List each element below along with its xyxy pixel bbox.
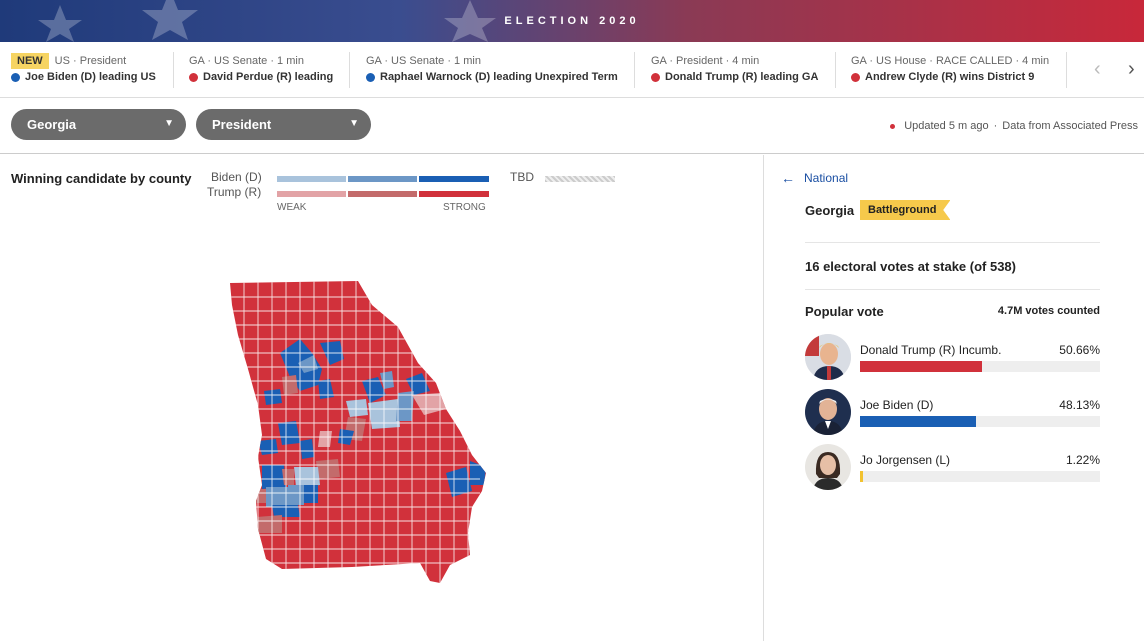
avatar bbox=[805, 334, 851, 380]
trump-medium-county bbox=[256, 515, 282, 533]
popular-vote-title: Popular vote bbox=[805, 304, 884, 319]
update-status: Updated 5 m ago · Data from Associated P… bbox=[890, 120, 1138, 132]
live-dot-icon bbox=[890, 123, 896, 129]
divider bbox=[805, 242, 1100, 243]
vote-share-bar bbox=[860, 471, 1100, 482]
candidate-name: Donald Trump (R) Incumb. bbox=[860, 343, 1001, 357]
county-map-section: Winning candidate by county Biden (D) Tr… bbox=[0, 155, 764, 641]
biden-weak-county bbox=[294, 467, 320, 487]
party-dot-icon bbox=[366, 72, 375, 82]
ticker-meta: GA · US Senate · 1 min bbox=[366, 54, 481, 67]
vote-share-bar bbox=[860, 361, 1100, 372]
ticker-headline: Andrew Clyde (R) wins District 9 bbox=[865, 71, 1035, 83]
candidate-party: (D) bbox=[916, 398, 934, 412]
avatar bbox=[805, 444, 851, 490]
candidate-party: (L) bbox=[935, 453, 951, 467]
ticker-meta: GA · President · 4 min bbox=[651, 54, 760, 67]
caret-down-icon: ▼ bbox=[164, 118, 174, 129]
vote-share-bar bbox=[860, 416, 1100, 427]
race-select-value: President bbox=[212, 117, 272, 132]
chevron-right-icon[interactable]: › bbox=[1128, 58, 1135, 81]
race-select[interactable]: President ▼ bbox=[196, 109, 371, 140]
ticker-meta: GA · US House · RACE CALLED · 4 min bbox=[851, 54, 1050, 67]
candidate-name: Jo Jorgensen (L) bbox=[860, 453, 950, 467]
divider bbox=[349, 52, 350, 88]
biden-medium-county bbox=[396, 391, 414, 421]
vote-share-fill bbox=[860, 361, 982, 372]
filter-bar: Georgia ▼ President ▼ Updated 5 m ago · … bbox=[0, 98, 1144, 154]
ticker-headline: David Perdue (R) leading bbox=[203, 71, 334, 83]
trump-medium-county bbox=[256, 489, 266, 503]
candidate-percent: 48.13% bbox=[1059, 398, 1100, 412]
ticker-item[interactable]: NEW US · President Joe Biden (D) leading … bbox=[11, 52, 156, 87]
trump-medium-county bbox=[282, 375, 298, 395]
divider bbox=[1066, 52, 1067, 88]
candidate-percent: 1.22% bbox=[1065, 453, 1100, 467]
incumbent-note: Incumb. bbox=[958, 343, 1002, 357]
banner-title: ELECTION 2020 bbox=[504, 15, 640, 27]
ticker-headline: Raphael Warnock (D) leading Unexpired Te… bbox=[380, 71, 618, 83]
state-select-value: Georgia bbox=[27, 117, 77, 132]
ticker-headline: Donald Trump (R) leading GA bbox=[665, 71, 819, 83]
ticker-meta: GA · US Senate · 1 min bbox=[189, 54, 304, 67]
biden-strong-county bbox=[304, 485, 318, 503]
news-ticker: NEW US · President Joe Biden (D) leading … bbox=[0, 42, 1144, 98]
candidate-row-biden[interactable]: Joe Biden (D) 48.13% bbox=[805, 389, 1100, 435]
divider bbox=[835, 52, 836, 88]
trump-medium-county bbox=[282, 469, 294, 485]
back-label: National bbox=[804, 171, 849, 185]
updated-text: Updated 5 m ago bbox=[904, 120, 989, 132]
ticker-item[interactable]: GA · US House · RACE CALLED · 4 min Andr… bbox=[851, 53, 1049, 87]
biden-medium-county bbox=[288, 485, 304, 505]
party-dot-icon bbox=[189, 72, 198, 82]
candidate-name-text: Donald Trump bbox=[860, 343, 936, 357]
election-banner: ELECTION 2020 bbox=[0, 0, 1144, 42]
trump-weak-county bbox=[318, 431, 332, 447]
ticker-item[interactable]: GA · US Senate · 1 min David Perdue (R) … bbox=[189, 53, 333, 87]
divider bbox=[634, 52, 635, 88]
biden-medium-county bbox=[266, 487, 288, 507]
state-title: Georgia bbox=[805, 203, 855, 218]
vote-share-fill bbox=[860, 416, 976, 427]
ticker-item[interactable]: GA · US Senate · 1 min Raphael Warnock (… bbox=[366, 53, 618, 87]
biden-strong-county bbox=[264, 389, 282, 405]
electoral-votes-text: 16 electoral votes at stake (of 538) bbox=[805, 259, 1016, 274]
votes-counted: 4.7M votes counted bbox=[997, 305, 1100, 317]
back-to-national-link[interactable]: ← National bbox=[781, 170, 848, 186]
new-badge: NEW bbox=[11, 52, 49, 69]
ticker-item[interactable]: GA · President · 4 min Donald Trump (R) … bbox=[651, 53, 818, 87]
separator: · bbox=[993, 120, 998, 132]
candidate-percent: 50.66% bbox=[1059, 343, 1100, 357]
candidate-party: (R) bbox=[938, 343, 956, 357]
party-dot-icon bbox=[11, 72, 20, 82]
divider bbox=[173, 52, 174, 88]
state-summary-panel: ← National Georgia Battleground 16 elect… bbox=[765, 155, 1144, 641]
party-dot-icon bbox=[851, 72, 860, 82]
avatar bbox=[805, 389, 851, 435]
arrow-left-icon: ← bbox=[781, 170, 795, 186]
biden-strong-county bbox=[300, 439, 314, 459]
ticker-meta: US · President bbox=[54, 54, 127, 67]
caret-down-icon: ▼ bbox=[349, 118, 359, 129]
biden-strong-county bbox=[262, 465, 286, 489]
source-text: Data from Associated Press bbox=[1002, 120, 1138, 132]
party-dot-icon bbox=[651, 72, 660, 82]
candidate-name-text: Jo Jorgensen bbox=[860, 453, 933, 467]
candidate-name: Joe Biden (D) bbox=[860, 398, 933, 412]
divider bbox=[805, 289, 1100, 290]
candidate-row-jorgensen[interactable]: Jo Jorgensen (L) 1.22% bbox=[805, 444, 1100, 490]
candidate-row-trump[interactable]: Donald Trump (R) Incumb. 50.66% bbox=[805, 334, 1100, 380]
georgia-county-map[interactable] bbox=[0, 155, 764, 641]
state-select[interactable]: Georgia ▼ bbox=[11, 109, 186, 140]
ticker-headline: Joe Biden (D) leading US bbox=[25, 71, 156, 83]
vote-share-fill bbox=[860, 471, 863, 482]
battleground-badge: Battleground bbox=[860, 200, 951, 220]
chevron-left-icon[interactable]: ‹ bbox=[1094, 58, 1101, 81]
candidate-name-text: Joe Biden bbox=[860, 398, 914, 412]
